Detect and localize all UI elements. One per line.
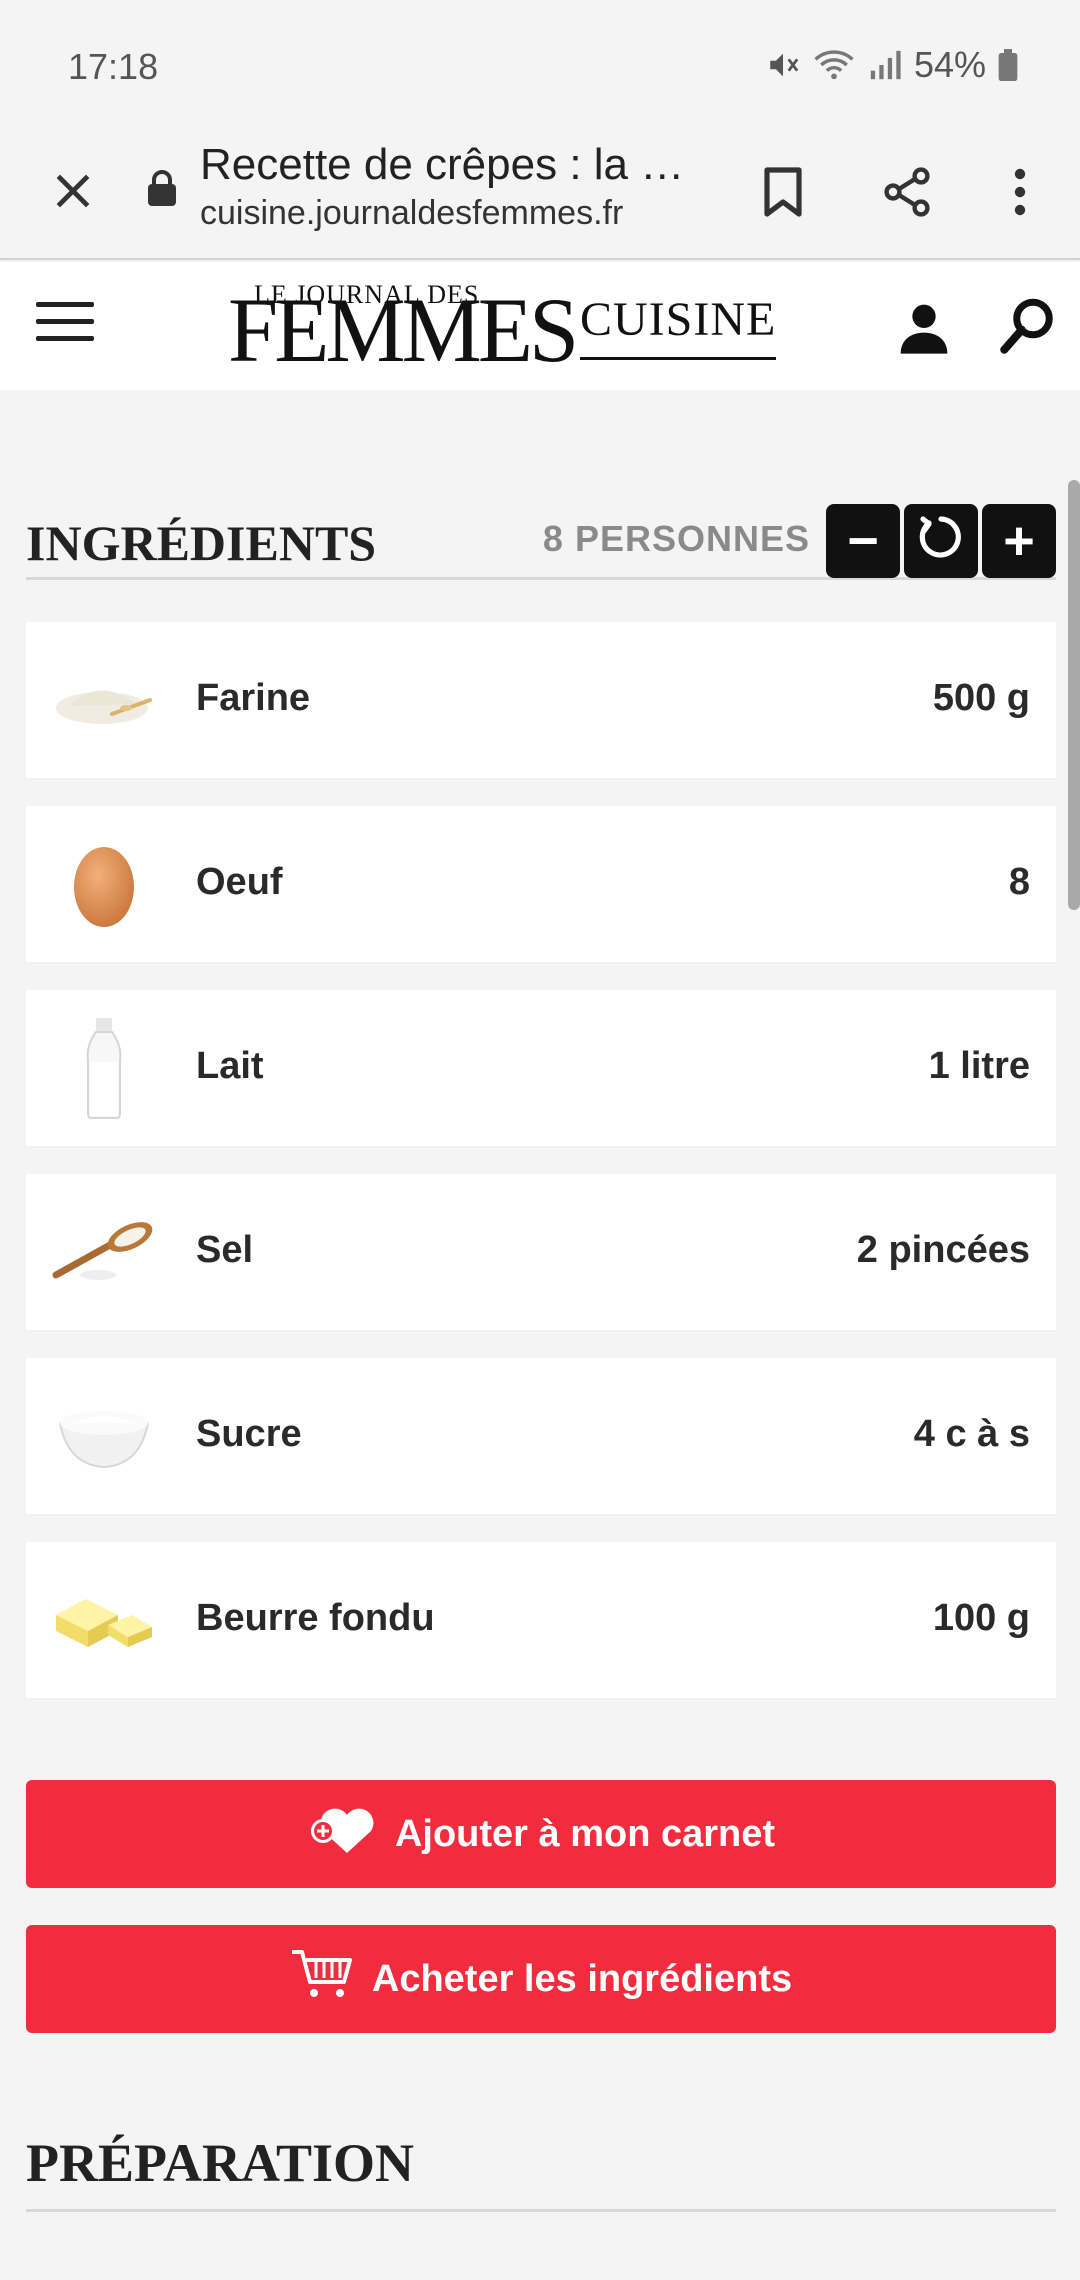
reset-servings-button[interactable] xyxy=(904,504,978,578)
battery-icon xyxy=(998,49,1018,81)
signal-icon xyxy=(868,48,902,82)
sugar-bowl-icon xyxy=(48,1380,160,1492)
page-scrollbar[interactable] xyxy=(1068,480,1080,910)
ingredients-header: INGRÉDIENTS 8 PERSONNES − + xyxy=(26,504,1056,580)
site-logo[interactable]: LE JOURNAL DES FEMMES xyxy=(228,280,579,376)
menu-button[interactable] xyxy=(36,302,94,350)
user-icon xyxy=(896,304,952,360)
butter-icon xyxy=(48,1564,160,1676)
flour-icon xyxy=(48,644,160,756)
ingredient-row: Lait 1 litre xyxy=(26,990,1056,1146)
reset-icon xyxy=(917,513,965,570)
milk-bottle-icon xyxy=(48,1012,160,1124)
share-button[interactable] xyxy=(872,154,942,234)
hamburger-icon xyxy=(36,302,94,307)
ingredient-quantity: 500 g xyxy=(932,677,1030,719)
more-options-button[interactable] xyxy=(1000,154,1040,234)
add-to-notebook-button[interactable]: Ajouter à mon carnet xyxy=(26,1780,1056,1888)
search-button[interactable] xyxy=(998,296,1062,360)
cart-icon xyxy=(290,1948,354,2010)
bookmark-button[interactable] xyxy=(748,154,818,234)
logo-big-text: FEMMES xyxy=(228,279,579,381)
more-vertical-icon xyxy=(1014,168,1026,221)
page-url[interactable]: cuisine.journaldesfemmes.fr xyxy=(200,194,623,233)
ingredient-row: Farine 500 g xyxy=(26,622,1056,778)
ingredient-quantity: 8 xyxy=(1008,861,1030,903)
ingredient-name: Lait xyxy=(196,1045,264,1087)
ingredient-name: Beurre fondu xyxy=(196,1597,435,1639)
site-header: LE JOURNAL DES FEMMES CUISINE xyxy=(0,262,1080,390)
servings-count: 8 PERSONNES xyxy=(542,518,810,559)
status-bar: 17:18 54% xyxy=(0,0,1080,130)
add-to-notebook-label: Ajouter à mon carnet xyxy=(394,1812,776,1855)
close-tab-button[interactable] xyxy=(38,158,108,228)
buy-ingredients-label: Acheter les ingrédients xyxy=(371,1957,793,2000)
ingredient-quantity: 1 litre xyxy=(928,1045,1030,1087)
buy-ingredients-button[interactable]: Acheter les ingrédients xyxy=(26,1925,1056,2033)
status-time: 17:18 xyxy=(68,46,159,87)
ingredient-name: Farine xyxy=(196,677,311,719)
preparation-title: PRÉPARATION xyxy=(26,2133,414,2193)
ingredient-quantity: 100 g xyxy=(932,1597,1030,1639)
mute-icon xyxy=(766,48,800,82)
ingredient-name: Sucre xyxy=(196,1413,302,1455)
ingredient-row: Sucre 4 c à s xyxy=(26,1358,1056,1514)
battery-percent: 54% xyxy=(913,44,986,85)
increase-servings-button[interactable]: + xyxy=(982,504,1056,578)
browser-toolbar: Recette de crêpes : la … cuisine.journal… xyxy=(0,130,1080,260)
recipe-content: INGRÉDIENTS 8 PERSONNES − + Farine 500 g… xyxy=(0,390,1080,2280)
status-icons: 54% xyxy=(766,44,1018,86)
close-icon xyxy=(51,169,95,218)
servings-controls: − + xyxy=(826,504,1056,578)
ingredient-row: Oeuf 8 xyxy=(26,806,1056,962)
ingredient-row: Sel 2 pincées xyxy=(26,1174,1056,1330)
page-title[interactable]: Recette de crêpes : la … xyxy=(200,140,680,190)
ingredients-list: Farine 500 g Oeuf 8 Lait 1 litre Sel 2 p… xyxy=(26,622,1056,1726)
account-button[interactable] xyxy=(896,300,952,356)
ingredient-quantity: 4 c à s xyxy=(913,1413,1030,1455)
decrease-servings-button[interactable]: − xyxy=(826,504,900,578)
egg-icon xyxy=(48,828,160,940)
heart-add-icon xyxy=(307,1801,377,1867)
search-icon xyxy=(998,298,1058,360)
wifi-icon xyxy=(812,48,856,82)
section-link-cuisine[interactable]: CUISINE xyxy=(580,292,777,360)
ingredient-name: Sel xyxy=(196,1229,254,1271)
salt-spoon-icon xyxy=(48,1196,160,1308)
ingredients-title: INGRÉDIENTS xyxy=(26,515,377,571)
lock-icon xyxy=(146,168,178,213)
share-icon xyxy=(881,166,933,223)
ingredient-row: Beurre fondu 100 g xyxy=(26,1542,1056,1698)
ingredient-quantity: 2 pincées xyxy=(856,1229,1030,1271)
preparation-header: PRÉPARATION xyxy=(26,2130,1056,2212)
bookmark-icon xyxy=(763,166,803,223)
ingredient-name: Oeuf xyxy=(196,861,283,903)
